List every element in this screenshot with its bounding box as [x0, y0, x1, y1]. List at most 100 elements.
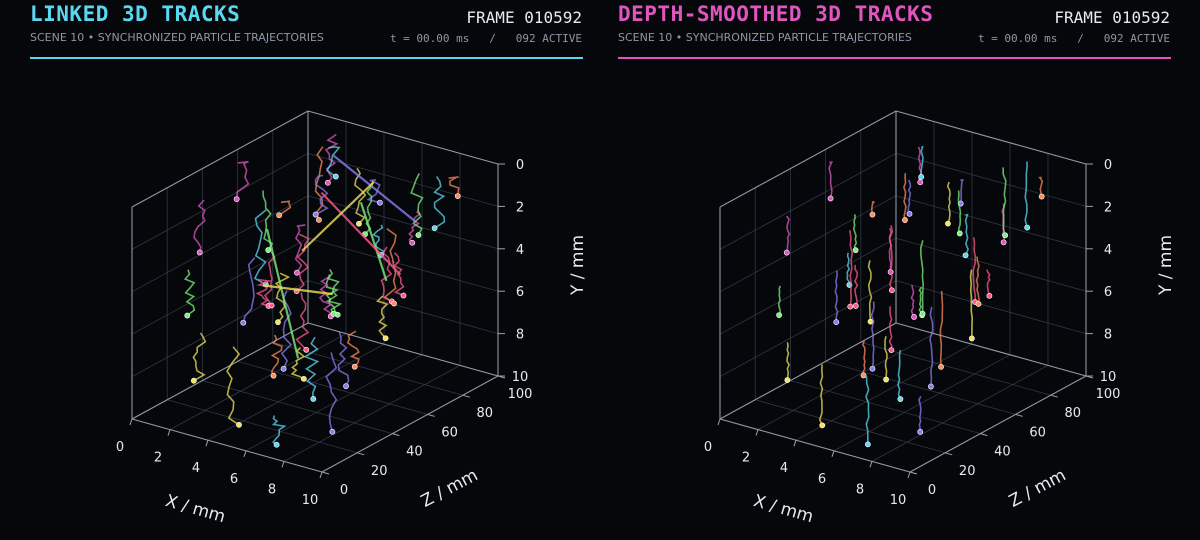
track-line — [433, 176, 446, 229]
track-line — [325, 269, 343, 315]
track-point — [869, 365, 876, 372]
x-tick-label: 10 — [890, 493, 907, 508]
track-point — [294, 269, 300, 276]
axis-edge — [719, 110, 897, 208]
track-line — [897, 349, 902, 400]
track-point — [888, 287, 895, 294]
track-point — [270, 372, 277, 379]
track-point — [962, 252, 969, 259]
x-tick — [755, 429, 759, 436]
x-tick — [129, 418, 133, 426]
track-point — [236, 421, 242, 428]
track-line — [852, 214, 858, 251]
track-point — [265, 247, 272, 253]
z-tick — [321, 471, 330, 475]
grid-line — [895, 195, 1087, 250]
track-point — [329, 428, 336, 435]
track-point — [409, 239, 416, 246]
x-tick-label: 6 — [230, 472, 238, 487]
grid-line — [131, 195, 309, 293]
track-line — [920, 145, 924, 177]
track-point — [351, 363, 358, 370]
z-tick-label: 0 — [340, 483, 348, 498]
track-line — [828, 161, 834, 199]
track-line — [1024, 161, 1028, 228]
axis-edge — [131, 110, 309, 208]
track-line — [290, 346, 306, 380]
track-line — [964, 213, 969, 256]
track-line — [919, 240, 925, 314]
grid-line — [895, 280, 1087, 334]
track-line — [910, 284, 915, 318]
track-line — [318, 275, 333, 317]
y-tick-label: 10 — [512, 370, 529, 385]
z-tick-label: 40 — [994, 445, 1011, 460]
y-tick-label: 4 — [516, 243, 524, 258]
track-line — [975, 256, 980, 304]
grid-line — [167, 399, 358, 454]
z-tick — [1050, 394, 1058, 398]
track-point — [332, 173, 339, 180]
z-tick-label: 40 — [406, 445, 423, 460]
x-tick — [243, 450, 247, 457]
z-tick — [909, 471, 918, 475]
track-line — [870, 301, 875, 369]
y-tick-label: 4 — [1104, 243, 1112, 258]
z-axis-label: Z / mm — [1006, 465, 1070, 511]
x-tick-label: 4 — [780, 461, 788, 476]
track-point — [819, 422, 826, 429]
track-line — [183, 269, 196, 317]
track-point — [945, 220, 951, 227]
track-point — [376, 199, 383, 206]
z-tick — [462, 394, 470, 398]
track-point — [847, 303, 854, 310]
z-tick — [1015, 413, 1023, 417]
track-point — [268, 302, 275, 309]
track-point — [911, 314, 917, 320]
grid-line — [895, 153, 1087, 207]
track-line — [253, 209, 267, 286]
track-line — [959, 179, 964, 204]
track-line — [1002, 167, 1007, 236]
track-point — [864, 441, 871, 448]
track-point — [986, 292, 993, 299]
track-line — [986, 269, 991, 297]
track-point — [918, 173, 925, 180]
track-point — [343, 383, 349, 390]
track-line — [918, 395, 922, 432]
x-tick-label: 0 — [116, 440, 124, 455]
track-point — [454, 193, 461, 199]
track-point — [776, 312, 783, 318]
track-point — [938, 363, 944, 370]
track-point — [312, 211, 319, 218]
x-tick — [869, 461, 873, 468]
track-point — [852, 303, 859, 309]
track-line — [325, 352, 338, 433]
track-point — [431, 225, 438, 232]
y-axis-label: Y / mm — [568, 235, 588, 296]
z-tick-label: 80 — [1065, 406, 1082, 421]
track-line — [193, 199, 206, 253]
track-line — [946, 181, 951, 224]
x-tick-label: 2 — [742, 451, 750, 466]
y-tick-label: 6 — [516, 285, 524, 300]
y-tick-label: 6 — [1104, 285, 1112, 300]
track-point — [975, 301, 982, 307]
z-tick-label: 20 — [959, 464, 976, 479]
track-line — [867, 260, 873, 322]
x-tick-label: 4 — [192, 461, 200, 476]
x-tick — [281, 461, 285, 468]
track-point — [883, 376, 889, 383]
track-point — [382, 335, 389, 342]
axis-edge — [895, 110, 1087, 165]
z-tick — [945, 452, 953, 456]
z-tick — [357, 452, 365, 456]
track-line — [303, 336, 320, 400]
track-point — [783, 249, 790, 256]
track-point — [324, 179, 331, 186]
track-point — [1002, 232, 1009, 239]
y-axis-label: Y / mm — [1156, 235, 1176, 296]
track-point — [275, 319, 281, 326]
track-line — [777, 285, 782, 316]
grid-line — [131, 153, 309, 250]
